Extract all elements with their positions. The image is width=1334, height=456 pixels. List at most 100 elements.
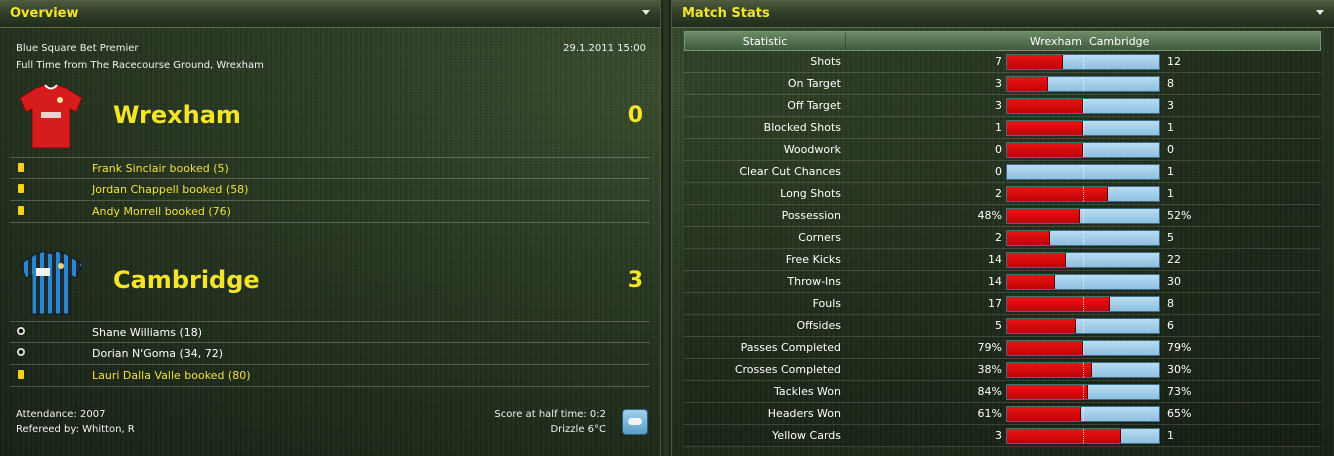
home-team-name[interactable]: Wrexham — [113, 101, 241, 129]
stat-home-value: 5 — [995, 319, 1002, 332]
column-header-statistic[interactable]: Statistic — [685, 35, 845, 48]
away-event-row: Lauri Dalla Valle booked (80) — [10, 365, 650, 387]
column-header-away[interactable]: Cambridge — [1089, 35, 1149, 48]
stat-row: Headers Won 61% 65% — [684, 403, 1321, 425]
attendance: Attendance: 2007 — [16, 409, 106, 420]
stat-home-value: 17 — [988, 297, 1002, 310]
stat-comparison-bar — [1006, 142, 1160, 158]
match-stats-panel: Match Stats Statistic Wrexham Cambridge … — [672, 0, 1334, 456]
stat-row: Woodwork 0 0 — [684, 139, 1321, 161]
stat-label: Off Target — [787, 99, 841, 112]
stat-row: Tackles Won 84% 73% — [684, 381, 1321, 403]
stat-bar-home-fill — [1007, 407, 1081, 421]
stat-bar-midline — [1083, 275, 1084, 289]
panel-menu-icon[interactable] — [1316, 10, 1324, 15]
stat-bar-midline — [1083, 297, 1084, 311]
stat-home-value: 0 — [995, 165, 1002, 178]
stat-row: Yellow Cards 3 1 — [684, 425, 1321, 447]
stat-home-value: 7 — [995, 55, 1002, 68]
referee[interactable]: Refereed by: Whitton, R — [16, 424, 135, 435]
stat-away-value: 6 — [1167, 319, 1174, 332]
stat-bar-midline — [1083, 209, 1084, 223]
weather-cloud-icon — [622, 409, 648, 435]
stat-bar-midline — [1083, 77, 1084, 91]
stat-home-value: 3 — [995, 99, 1002, 112]
stat-comparison-bar — [1006, 340, 1160, 356]
stat-away-value: 22 — [1167, 253, 1181, 266]
stat-row: Long Shots 2 1 — [684, 183, 1321, 205]
stat-row: Offsides 5 6 — [684, 315, 1321, 337]
stat-comparison-bar — [1006, 384, 1160, 400]
stat-bar-midline — [1083, 407, 1084, 421]
away-event-row: Dorian N'Goma (34, 72) — [10, 343, 650, 365]
column-header-home[interactable]: Wrexham — [1030, 35, 1082, 48]
event-text[interactable]: Lauri Dalla Valle booked (80) — [92, 369, 251, 382]
stat-away-value: 1 — [1167, 121, 1174, 134]
panel-menu-icon[interactable] — [642, 10, 650, 15]
overview-header: Overview — [0, 0, 660, 28]
stat-comparison-bar — [1006, 274, 1160, 290]
overview-title: Overview — [10, 6, 79, 21]
stat-label: Passes Completed — [740, 341, 841, 354]
stat-bar-midline — [1083, 55, 1084, 69]
stat-bar-home-fill — [1007, 429, 1121, 443]
halftime-score: Score at half time: 0:2 — [494, 409, 606, 420]
stat-row: Off Target 3 3 — [684, 95, 1321, 117]
stat-home-value: 3 — [995, 429, 1002, 442]
stat-home-value: 14 — [988, 275, 1002, 288]
away-kit-icon — [19, 250, 83, 315]
stat-comparison-bar — [1006, 164, 1160, 180]
stat-label: Corners — [798, 231, 841, 244]
stat-row: Free Kicks 14 22 — [684, 249, 1321, 271]
weather-text: Drizzle 6°C — [550, 424, 606, 435]
home-event-row: Frank Sinclair booked (5) — [10, 157, 650, 179]
stat-row: Crosses Completed 38% 30% — [684, 359, 1321, 381]
stat-bar-home-fill — [1007, 55, 1063, 69]
stat-away-value: 52% — [1167, 209, 1192, 222]
away-event-row: Shane Williams (18) — [10, 321, 650, 343]
stat-comparison-bar — [1006, 362, 1160, 378]
competition-name: Blue Square Bet Premier — [16, 43, 139, 54]
goal-ball-icon — [17, 327, 25, 335]
stat-away-value: 1 — [1167, 187, 1174, 200]
stat-away-value: 30% — [1167, 363, 1192, 376]
event-text[interactable]: Frank Sinclair booked (5) — [92, 162, 229, 175]
goal-ball-icon — [17, 348, 25, 356]
stat-away-value: 8 — [1167, 297, 1174, 310]
stat-bar-home-fill — [1007, 231, 1050, 245]
yellow-card-icon — [18, 163, 24, 172]
stat-row: Passes Completed 79% 79% — [684, 337, 1321, 359]
stat-comparison-bar — [1006, 318, 1160, 334]
stat-comparison-bar — [1006, 208, 1160, 224]
event-text[interactable]: Andy Morrell booked (76) — [92, 205, 231, 218]
panel-divider[interactable] — [660, 0, 672, 456]
stat-home-value: 2 — [995, 187, 1002, 200]
stat-label: Free Kicks — [785, 253, 841, 266]
stat-label: On Target — [787, 77, 841, 90]
event-text[interactable]: Shane Williams (18) — [92, 326, 202, 339]
stat-label: Tackles Won — [773, 385, 841, 398]
stat-bar-home-fill — [1007, 121, 1083, 135]
stat-row: Blocked Shots 1 1 — [684, 117, 1321, 139]
stat-home-value: 48% — [977, 209, 1002, 222]
stat-label: Headers Won — [767, 407, 841, 420]
stat-comparison-bar — [1006, 428, 1160, 444]
stat-bar-midline — [1083, 385, 1084, 399]
stat-label: Throw-Ins — [787, 275, 841, 288]
event-text[interactable]: Jordan Chappell booked (58) — [92, 183, 248, 196]
stat-comparison-bar — [1006, 76, 1160, 92]
stat-bar-midline — [1083, 341, 1084, 355]
stat-row: Shots 7 12 — [684, 51, 1321, 73]
stat-home-value: 2 — [995, 231, 1002, 244]
away-team-name[interactable]: Cambridge — [113, 266, 260, 294]
stat-label: Yellow Cards — [772, 429, 841, 442]
event-text[interactable]: Dorian N'Goma (34, 72) — [92, 347, 223, 360]
stat-bar-home-fill — [1007, 99, 1083, 113]
stat-row: Fouls 17 8 — [684, 293, 1321, 315]
match-datetime: 29.1.2011 15:00 — [563, 43, 646, 54]
stat-label: Blocked Shots — [763, 121, 841, 134]
stat-home-value: 3 — [995, 77, 1002, 90]
stat-comparison-bar — [1006, 186, 1160, 202]
stat-away-value: 5 — [1167, 231, 1174, 244]
stat-bar-home-fill — [1007, 341, 1083, 355]
